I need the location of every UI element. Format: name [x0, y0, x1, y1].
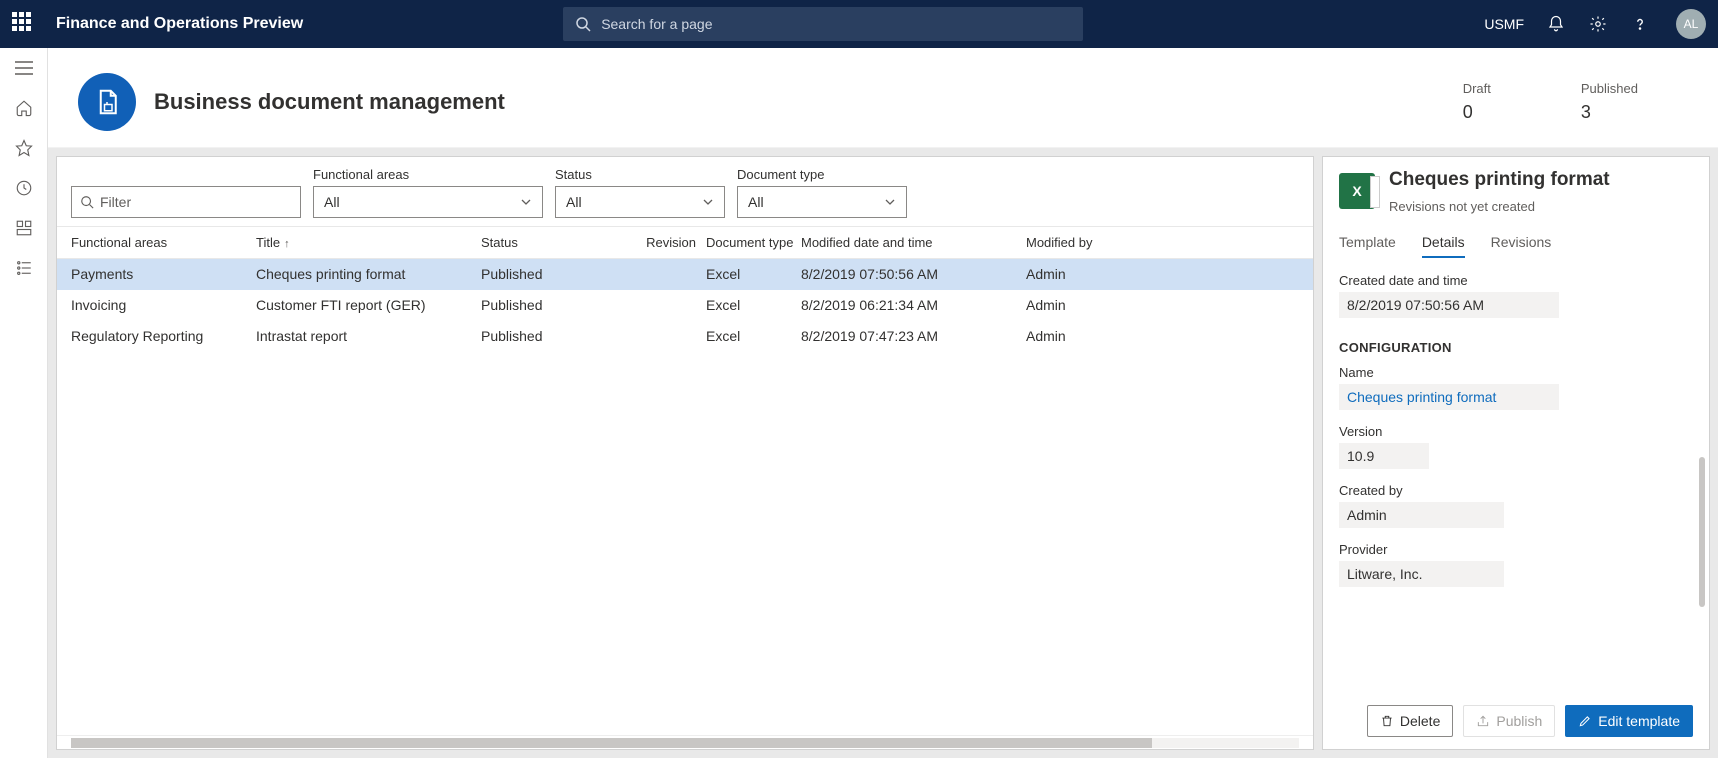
- col-header-fa[interactable]: Functional areas: [71, 235, 256, 250]
- section-configuration: CONFIGURATION: [1339, 340, 1693, 355]
- page-icon: [78, 73, 136, 131]
- col-header-title[interactable]: Title↑: [256, 235, 481, 250]
- filter-label-doctype: Document type: [737, 167, 907, 182]
- filter-search-icon: [80, 195, 94, 209]
- table-row[interactable]: PaymentsCheques printing formatPublished…: [57, 259, 1313, 290]
- main-panel: Filter Functional areas All Status All: [56, 156, 1314, 750]
- search-placeholder: Search for a page: [601, 16, 712, 32]
- horizontal-scrollbar[interactable]: [57, 735, 1313, 749]
- vertical-scrollbar[interactable]: [1699, 457, 1705, 607]
- label-created: Created date and time: [1339, 273, 1693, 288]
- workspace-icon[interactable]: [14, 218, 34, 238]
- filter-label-fa: Functional areas: [313, 167, 543, 182]
- dropdown-status[interactable]: All: [555, 186, 725, 218]
- chevron-down-icon: [520, 196, 532, 208]
- grid: Functional areas Title↑ Status Revision …: [57, 227, 1313, 735]
- avatar[interactable]: AL: [1676, 9, 1706, 39]
- value-created: 8/2/2019 07:50:56 AM: [1339, 292, 1559, 318]
- details-subtitle: Revisions not yet created: [1389, 199, 1610, 214]
- filter-input[interactable]: Filter: [71, 186, 301, 218]
- top-bar: Finance and Operations Preview Search fo…: [0, 0, 1718, 48]
- publish-button: Publish: [1463, 705, 1555, 737]
- dropdown-doctype[interactable]: All: [737, 186, 907, 218]
- help-icon[interactable]: [1630, 14, 1650, 34]
- star-icon[interactable]: [14, 138, 34, 158]
- home-icon[interactable]: [14, 98, 34, 118]
- details-title: Cheques printing format: [1389, 169, 1610, 191]
- col-header-doctype[interactable]: Document type: [696, 235, 801, 250]
- dropdown-functional-areas[interactable]: All: [313, 186, 543, 218]
- excel-icon: X: [1339, 173, 1375, 209]
- bell-icon[interactable]: [1546, 14, 1566, 34]
- label-name: Name: [1339, 365, 1693, 380]
- page-header: Business document management Draft 0 Pub…: [48, 48, 1718, 148]
- grid-header: Functional areas Title↑ Status Revision …: [57, 227, 1313, 259]
- value-createdby: Admin: [1339, 502, 1504, 528]
- trash-icon: [1380, 714, 1394, 728]
- details-panel: X Cheques printing format Revisions not …: [1322, 156, 1710, 750]
- col-header-modified[interactable]: Modified date and time: [801, 235, 1026, 250]
- details-tabs: Template Details Revisions: [1339, 234, 1693, 259]
- col-header-status[interactable]: Status: [481, 235, 641, 250]
- value-version: 10.9: [1339, 443, 1429, 469]
- col-header-modifiedby[interactable]: Modified by: [1026, 235, 1136, 250]
- sort-asc-icon: ↑: [284, 238, 290, 250]
- recent-icon[interactable]: [14, 178, 34, 198]
- app-title: Finance and Operations Preview: [56, 15, 303, 33]
- table-row[interactable]: Regulatory ReportingIntrastat reportPubl…: [57, 321, 1313, 352]
- table-row[interactable]: InvoicingCustomer FTI report (GER)Publis…: [57, 290, 1313, 321]
- chevron-down-icon: [884, 196, 896, 208]
- left-rail: [0, 48, 48, 758]
- filter-label-status: Status: [555, 167, 725, 182]
- col-header-revision[interactable]: Revision: [641, 235, 696, 250]
- pencil-icon: [1578, 714, 1592, 728]
- hamburger-icon[interactable]: [14, 58, 34, 78]
- value-name[interactable]: Cheques printing format: [1339, 384, 1559, 410]
- delete-button[interactable]: Delete: [1367, 705, 1453, 737]
- value-provider: Litware, Inc.: [1339, 561, 1504, 587]
- stat-draft: Draft 0: [1463, 81, 1491, 123]
- label-version: Version: [1339, 424, 1693, 439]
- label-createdby: Created by: [1339, 483, 1693, 498]
- page-title: Business document management: [154, 89, 505, 115]
- search-box[interactable]: Search for a page: [563, 7, 1083, 41]
- modules-icon[interactable]: [14, 258, 34, 278]
- app-launcher-icon[interactable]: [12, 12, 36, 36]
- tab-revisions[interactable]: Revisions: [1491, 234, 1552, 258]
- tab-template[interactable]: Template: [1339, 234, 1396, 258]
- label-provider: Provider: [1339, 542, 1693, 557]
- tab-details[interactable]: Details: [1422, 234, 1465, 258]
- edit-template-button[interactable]: Edit template: [1565, 705, 1693, 737]
- legal-entity[interactable]: USMF: [1484, 16, 1524, 32]
- publish-icon: [1476, 714, 1490, 728]
- gear-icon[interactable]: [1588, 14, 1608, 34]
- search-icon: [575, 16, 591, 32]
- chevron-down-icon: [702, 196, 714, 208]
- stat-published: Published 3: [1581, 81, 1638, 123]
